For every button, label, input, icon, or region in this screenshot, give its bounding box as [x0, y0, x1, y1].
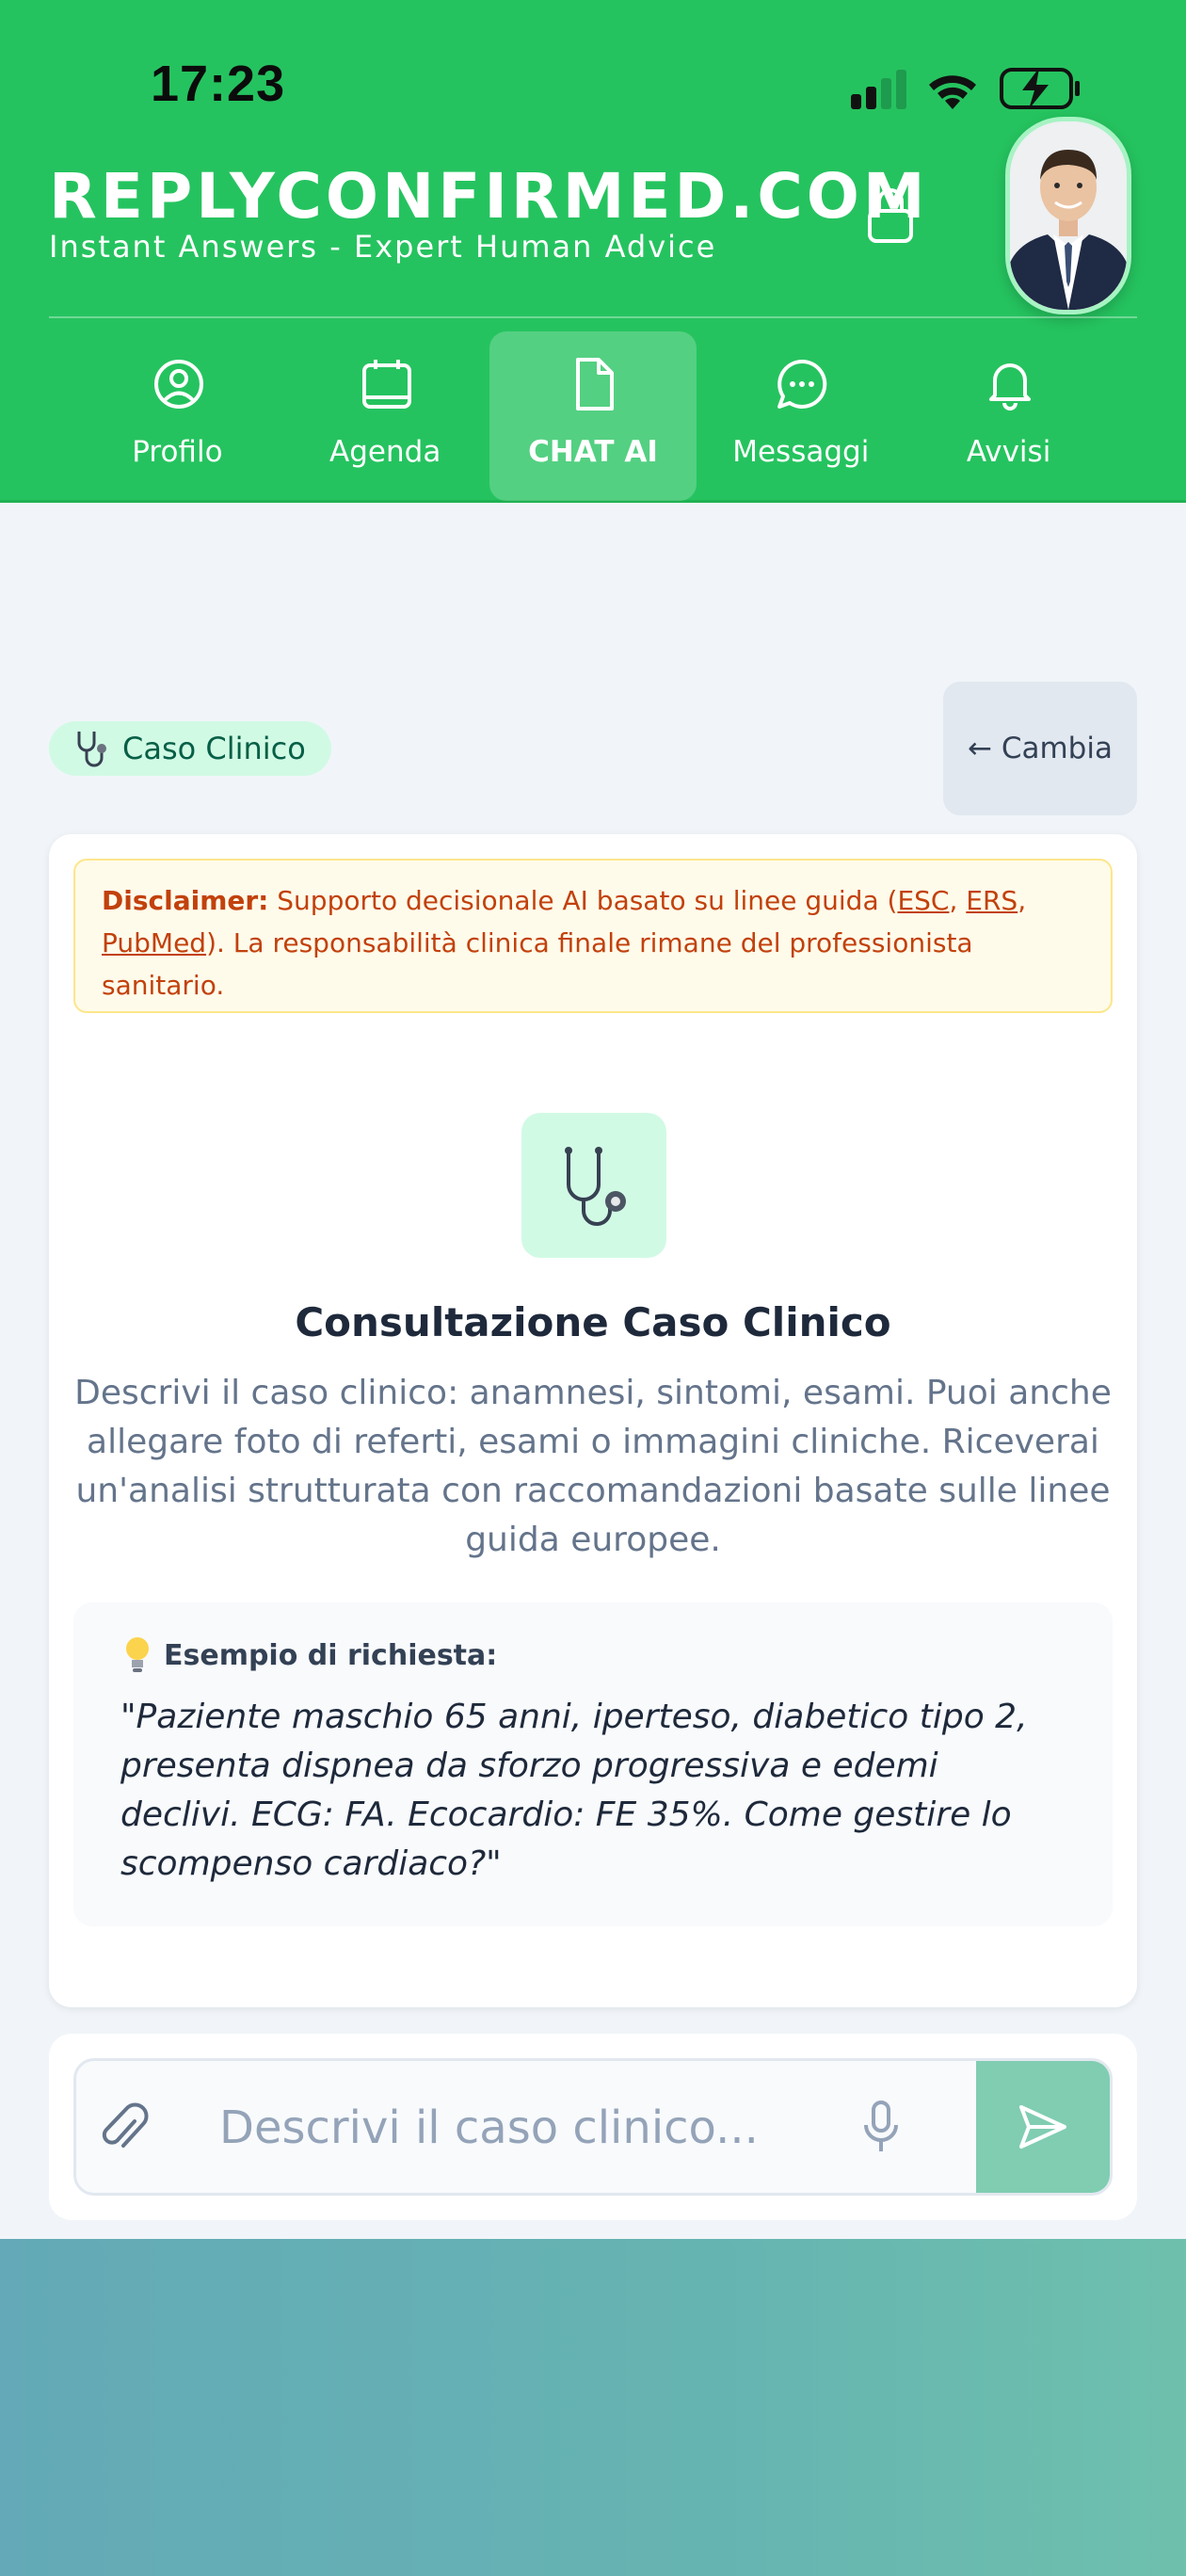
stethoscope-icon [565, 1147, 626, 1226]
status-time: 17:23 [151, 56, 286, 112]
example-text[interactable]: "Paziente maschio 65 anni, iperteso, dia… [120, 1693, 1066, 1889]
header-divider [49, 316, 1137, 318]
disclaimer-text: Supporto decisionale AI basato su linee … [268, 885, 898, 916]
link-esc[interactable]: ESC [897, 885, 949, 916]
calendar-icon [361, 360, 411, 409]
mode-chip: Caso Clinico [49, 721, 331, 776]
lightbulb-icon [126, 1637, 149, 1672]
change-mode-button[interactable]: ← Cambia [943, 682, 1137, 815]
tab-profilo[interactable]: Profilo [73, 331, 281, 501]
stethoscope-icon [77, 732, 106, 767]
case-input[interactable] [217, 2080, 861, 2176]
app-header: 17:23 REPLYCONFIRMED.COM Instant Answers… [0, 0, 1186, 503]
wifi-icon [929, 75, 976, 109]
main-nav: Profilo Agenda CHAT AI Messaggi Avvisi [73, 331, 1113, 501]
brand-title: REPLYCONFIRMED.COM [49, 160, 929, 233]
tab-messaggi[interactable]: Messaggi [697, 331, 905, 501]
tab-agenda[interactable]: Agenda [281, 331, 489, 501]
disclaimer-text: ). La responsabilità clinica finale rima… [102, 927, 973, 1001]
empty-state-description: Descrivi il caso clinico: anamnesi, sint… [74, 1374, 1112, 1559]
user-circle-icon [154, 360, 203, 409]
paperclip-icon[interactable] [97, 2099, 150, 2157]
composer-card [49, 2034, 1137, 2220]
send-button[interactable] [976, 2061, 1110, 2193]
lock-icon[interactable] [864, 185, 917, 245]
tab-chat-ai[interactable]: CHAT AI [489, 331, 697, 501]
disclaimer-sep: , [1018, 885, 1027, 916]
tab-label: Profilo [132, 435, 223, 469]
avatar[interactable] [1005, 117, 1131, 314]
example-box: Esempio di richiesta: "Paziente maschio … [73, 1602, 1113, 1926]
bell-icon [989, 363, 1032, 411]
microphone-icon[interactable] [859, 2099, 903, 2155]
status-icons [851, 68, 1080, 109]
link-pubmed[interactable]: PubMed [102, 927, 206, 958]
tab-label: Avvisi [966, 435, 1051, 469]
brand-subtitle: Instant Answers - Expert Human Advice [49, 229, 717, 265]
link-ers[interactable]: ERS [966, 885, 1018, 916]
composer [73, 2058, 1113, 2196]
document-icon [575, 358, 614, 411]
disclaimer-box: Disclaimer: Supporto decisionale AI basa… [73, 859, 1113, 1013]
example-header: Esempio di richiesta: [120, 1634, 1066, 1676]
disclaimer-sep: , [949, 885, 967, 916]
chat-bubble-icon [777, 359, 827, 409]
empty-state-title: Consultazione Caso Clinico [295, 1299, 891, 1345]
tab-label: Messaggi [732, 435, 870, 469]
battery-charging-icon [1000, 68, 1080, 109]
mode-chip-label: Caso Clinico [122, 731, 306, 766]
disclaimer-label: Disclaimer: [102, 885, 269, 916]
tab-avvisi[interactable]: Avvisi [905, 331, 1113, 501]
cellular-signal-icon [851, 70, 906, 109]
chat-card: Disclaimer: Supporto decisionale AI basa… [49, 834, 1137, 2007]
user-photo-icon [1010, 121, 1127, 310]
tab-label: CHAT AI [528, 435, 658, 469]
empty-state-icon-box [521, 1113, 666, 1258]
tab-label: Agenda [329, 435, 441, 469]
example-heading: Esempio di richiesta: [164, 1638, 498, 1672]
bottom-background [0, 2239, 1186, 2576]
send-icon [1019, 2105, 1066, 2149]
